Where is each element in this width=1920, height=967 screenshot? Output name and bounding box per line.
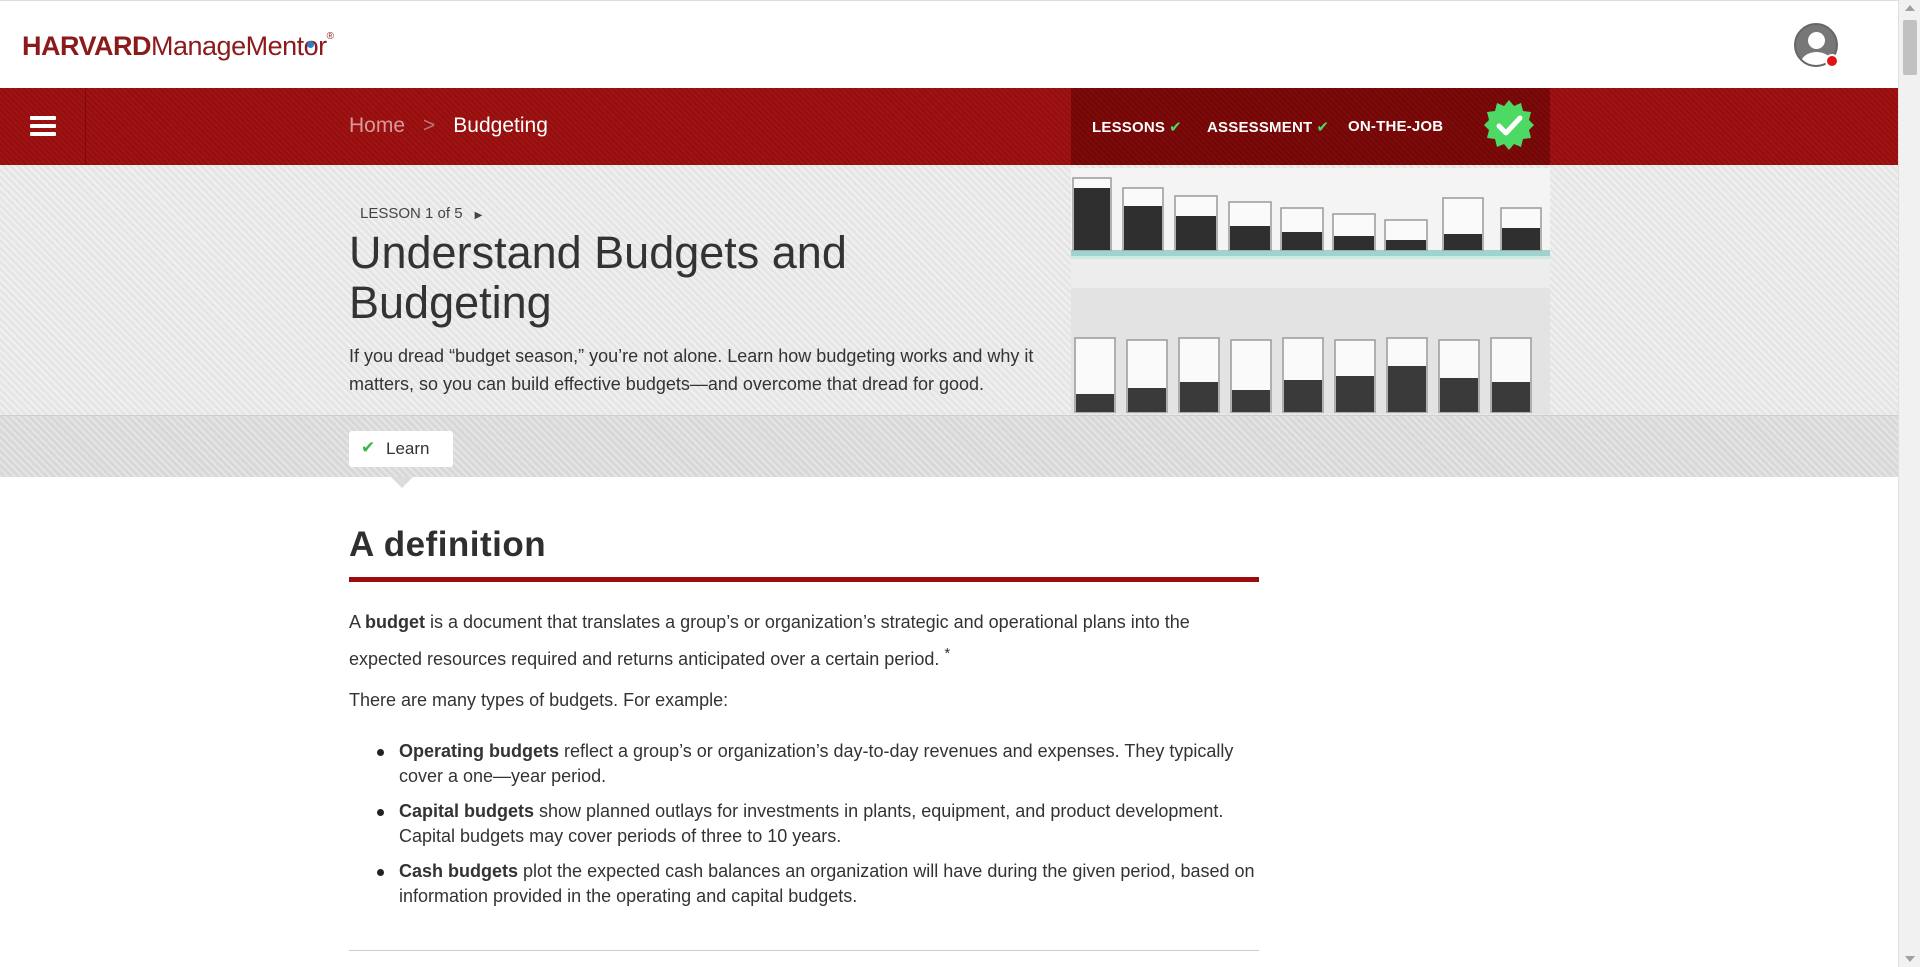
caret-right-icon: ▶ [474,210,483,221]
content-divider [349,950,1259,951]
nav-on-the-job-label: ON-THE-JOB [1348,118,1444,135]
definition-term: budget [365,612,426,632]
breadcrumb: Home > Budgeting [349,114,548,138]
tab-learn[interactable]: ✔ Learn [349,431,453,467]
tab-learn-label: Learn [386,439,430,458]
nav-lessons-label: LESSONS [1092,119,1166,136]
verified-check-badge-icon [1484,100,1534,150]
lesson-counter-label: LESSON 1 of 5 [360,205,463,222]
budget-types-list: Operating budgets reflect a group’s or o… [377,739,1269,919]
footnote-marker[interactable]: * [944,645,950,662]
logo-managementor-text: ManageMent [151,31,304,61]
top-header: HARVARDManageMentor® [0,0,1898,88]
breadcrumb-home-link[interactable]: Home [349,114,405,137]
check-icon: ✔ [361,438,376,457]
scroll-up-arrow-icon[interactable] [1905,5,1915,11]
check-icon: ✔ [1316,119,1330,136]
notification-dot-icon [1825,54,1839,68]
section-divider [349,577,1259,582]
logo-o-mark: o [304,31,319,61]
logo-registered-mark: ® [326,31,334,42]
logo-harvard-text: HARVARD [22,31,152,61]
nav-band: Home > Budgeting LESSONS ✔ ASSESSMENT ✔ ON-T… [0,88,1898,165]
definition-prefix: A [349,612,366,632]
page-scrollbar[interactable] [1898,0,1920,967]
definition-text: is a document that translates a group’s … [349,612,1190,669]
lesson-tab-strip: ✔ Learn [0,415,1898,477]
logo-r-text: r [318,31,327,61]
lesson-title: Understand Budgets and Budgeting [349,227,847,328]
scrollbar-thumb[interactable] [1903,20,1917,75]
nav-lessons[interactable]: LESSONS ✔ [1092,118,1182,136]
list-item-text: plot the expected cash balances an organ… [399,861,1255,906]
definition-paragraph: A budget is a document that translates a… [349,606,1229,675]
scroll-down-arrow-icon[interactable] [1905,956,1915,962]
breadcrumb-separator: > [423,114,436,137]
check-icon: ✔ [1169,119,1182,136]
lesson-description: If you dread “budget season,” you’re not… [349,346,1034,394]
list-item-term: Cash budgets [399,861,519,881]
harvard-managementor-logo[interactable]: HARVARDManageMentor® [22,31,334,62]
nav-assessment[interactable]: ASSESSMENT ✔ [1207,118,1329,136]
section-heading: A definition [349,525,547,564]
progress-nav: LESSONS ✔ ASSESSMENT ✔ ON-THE-JOB [1071,88,1550,165]
active-tab-pointer [391,477,413,488]
hamburger-menu-button[interactable] [0,88,86,165]
list-item-term: Operating budgets [399,741,560,761]
nav-assessment-label: ASSESSMENT [1207,119,1313,136]
list-item: Operating budgets reflect a group’s or o… [377,739,1269,789]
list-item: Capital budgets show planned outlays for… [377,799,1269,849]
glasses-of-water-image [1071,168,1550,414]
breadcrumb-current: Budgeting [453,114,548,137]
lesson-counter[interactable]: LESSON 1 of 5 ▶ [360,205,482,222]
list-item-term: Capital budgets [399,801,535,821]
types-intro: There are many types of budgets. For exa… [349,690,729,710]
list-item: Cash budgets plot the expected cash bala… [377,859,1269,909]
nav-on-the-job[interactable]: ON-THE-JOB [1348,118,1443,135]
